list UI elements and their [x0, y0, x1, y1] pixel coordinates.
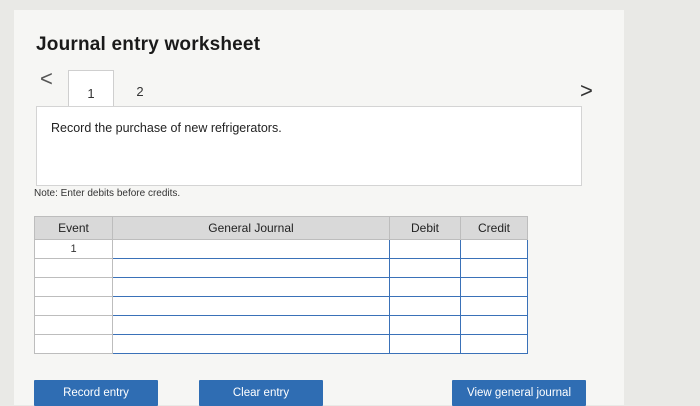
clear-entry-button[interactable]: Clear entry	[199, 380, 323, 406]
table-row	[34, 277, 528, 297]
table-row: 1	[34, 239, 528, 259]
description-text: Record the purchase of new refrigerators…	[51, 121, 282, 135]
debit-input[interactable]	[389, 239, 461, 259]
credit-input[interactable]	[460, 315, 528, 335]
table-row	[34, 258, 528, 278]
event-cell	[34, 334, 113, 354]
debit-input[interactable]	[389, 315, 461, 335]
account-input[interactable]	[112, 296, 390, 316]
view-general-journal-button[interactable]: View general journal	[452, 380, 586, 406]
account-input[interactable]	[112, 239, 390, 259]
chevron-right-icon[interactable]: >	[580, 80, 593, 102]
account-input[interactable]	[112, 334, 390, 354]
header-event: Event	[34, 216, 113, 240]
worksheet-panel: Journal entry worksheet < > 1 2 Record t…	[14, 10, 624, 405]
debit-input[interactable]	[389, 296, 461, 316]
debit-input[interactable]	[389, 277, 461, 297]
credit-input[interactable]	[460, 239, 528, 259]
debit-input[interactable]	[389, 258, 461, 278]
header-general-journal: General Journal	[112, 216, 390, 240]
event-cell	[34, 296, 113, 316]
table-header-row: Event General Journal Debit Credit	[34, 216, 528, 240]
account-input[interactable]	[112, 258, 390, 278]
credit-input[interactable]	[460, 277, 528, 297]
header-debit: Debit	[389, 216, 461, 240]
journal-table: Event General Journal Debit Credit 1	[34, 216, 528, 354]
page-title: Journal entry worksheet	[36, 34, 261, 55]
event-cell	[34, 277, 113, 297]
record-entry-button[interactable]: Record entry	[34, 380, 158, 406]
event-cell	[34, 258, 113, 278]
note-text: Note: Enter debits before credits.	[34, 188, 181, 199]
account-input[interactable]	[112, 277, 390, 297]
event-cell: 1	[34, 239, 113, 259]
credit-input[interactable]	[460, 258, 528, 278]
debit-input[interactable]	[389, 334, 461, 354]
event-cell	[34, 315, 113, 335]
description-box: Record the purchase of new refrigerators…	[36, 106, 582, 186]
table-row	[34, 334, 528, 354]
credit-input[interactable]	[460, 334, 528, 354]
account-input[interactable]	[112, 315, 390, 335]
table-row	[34, 315, 528, 335]
table-row	[34, 296, 528, 316]
header-credit: Credit	[460, 216, 528, 240]
credit-input[interactable]	[460, 296, 528, 316]
chevron-left-icon[interactable]: <	[40, 68, 53, 90]
